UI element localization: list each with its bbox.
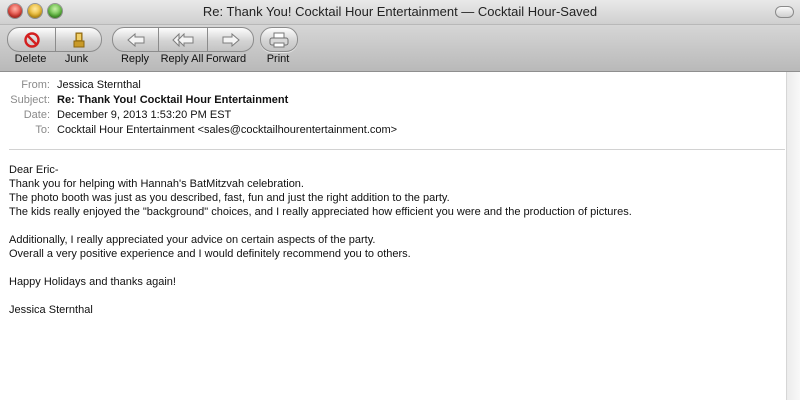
delete-icon [23, 31, 40, 48]
message-line: Overall a very positive experience and I… [9, 248, 411, 260]
message-headers: From: Jessica Sternthal Subject: Re: Tha… [0, 78, 800, 138]
reply-button[interactable] [112, 27, 159, 52]
date-value: December 9, 2013 1:53:20 PM EST [57, 109, 232, 121]
delete-button[interactable] [7, 27, 56, 52]
subject-key: Subject: [10, 94, 50, 106]
toolbar-toggle-button[interactable] [775, 6, 794, 18]
subject-row: Subject: Re: Thank You! Cocktail Hour En… [0, 93, 800, 108]
reply-all-label: Reply All [160, 53, 204, 65]
window-title: Re: Thank You! Cocktail Hour Entertainme… [202, 4, 598, 19]
message-line: Jessica Sternthal [9, 304, 93, 316]
from-row: From: Jessica Sternthal [0, 78, 800, 93]
reply-arrow-icon [126, 32, 144, 47]
reply-all-button[interactable] [159, 27, 208, 52]
date-row: Date: December 9, 2013 1:53:20 PM EST [0, 108, 800, 123]
forward-button[interactable] [208, 27, 254, 52]
message-line: Additionally, I really appreciated your … [9, 234, 376, 246]
reply-group [112, 27, 254, 52]
delete-label: Delete [14, 53, 47, 65]
forward-label: Forward [205, 53, 247, 65]
delete-junk-group [7, 27, 102, 52]
header-divider [9, 149, 785, 150]
message-line: The kids really enjoyed the "background"… [9, 206, 632, 218]
to-value[interactable]: Cocktail Hour Entertainment <sales@cockt… [57, 123, 397, 138]
from-key: From: [21, 79, 50, 91]
message-line: Happy Holidays and thanks again! [9, 276, 176, 288]
message-line: The photo booth was just as you describe… [9, 192, 450, 204]
to-key: To: [35, 124, 50, 136]
subject-value: Re: Thank You! Cocktail Hour Entertainme… [57, 94, 289, 106]
print-label: Print [266, 53, 290, 65]
vertical-scrollbar[interactable] [786, 72, 800, 400]
date-key: Date: [23, 109, 50, 121]
message-line: Dear Eric- [9, 164, 59, 176]
toolbar: Delete Junk Reply Reply All Forward Prin… [0, 25, 800, 72]
reply-all-icon [172, 32, 194, 47]
message-body: Dear Eric- Thank you for helping with Han… [9, 163, 789, 317]
message-line: Thank you for helping with Hannah's BatM… [9, 178, 304, 190]
junk-label: Junk [64, 53, 89, 65]
print-button[interactable] [260, 27, 298, 52]
forward-arrow-icon [222, 32, 240, 47]
reply-label: Reply [120, 53, 150, 65]
from-value[interactable]: Jessica Sternthal [57, 78, 141, 93]
printer-icon [269, 32, 289, 47]
to-row: To: Cocktail Hour Entertainment <sales@c… [0, 123, 800, 138]
title-bar: Re: Thank You! Cocktail Hour Entertainme… [0, 0, 800, 25]
junk-icon [73, 32, 84, 47]
junk-button[interactable] [56, 27, 102, 52]
